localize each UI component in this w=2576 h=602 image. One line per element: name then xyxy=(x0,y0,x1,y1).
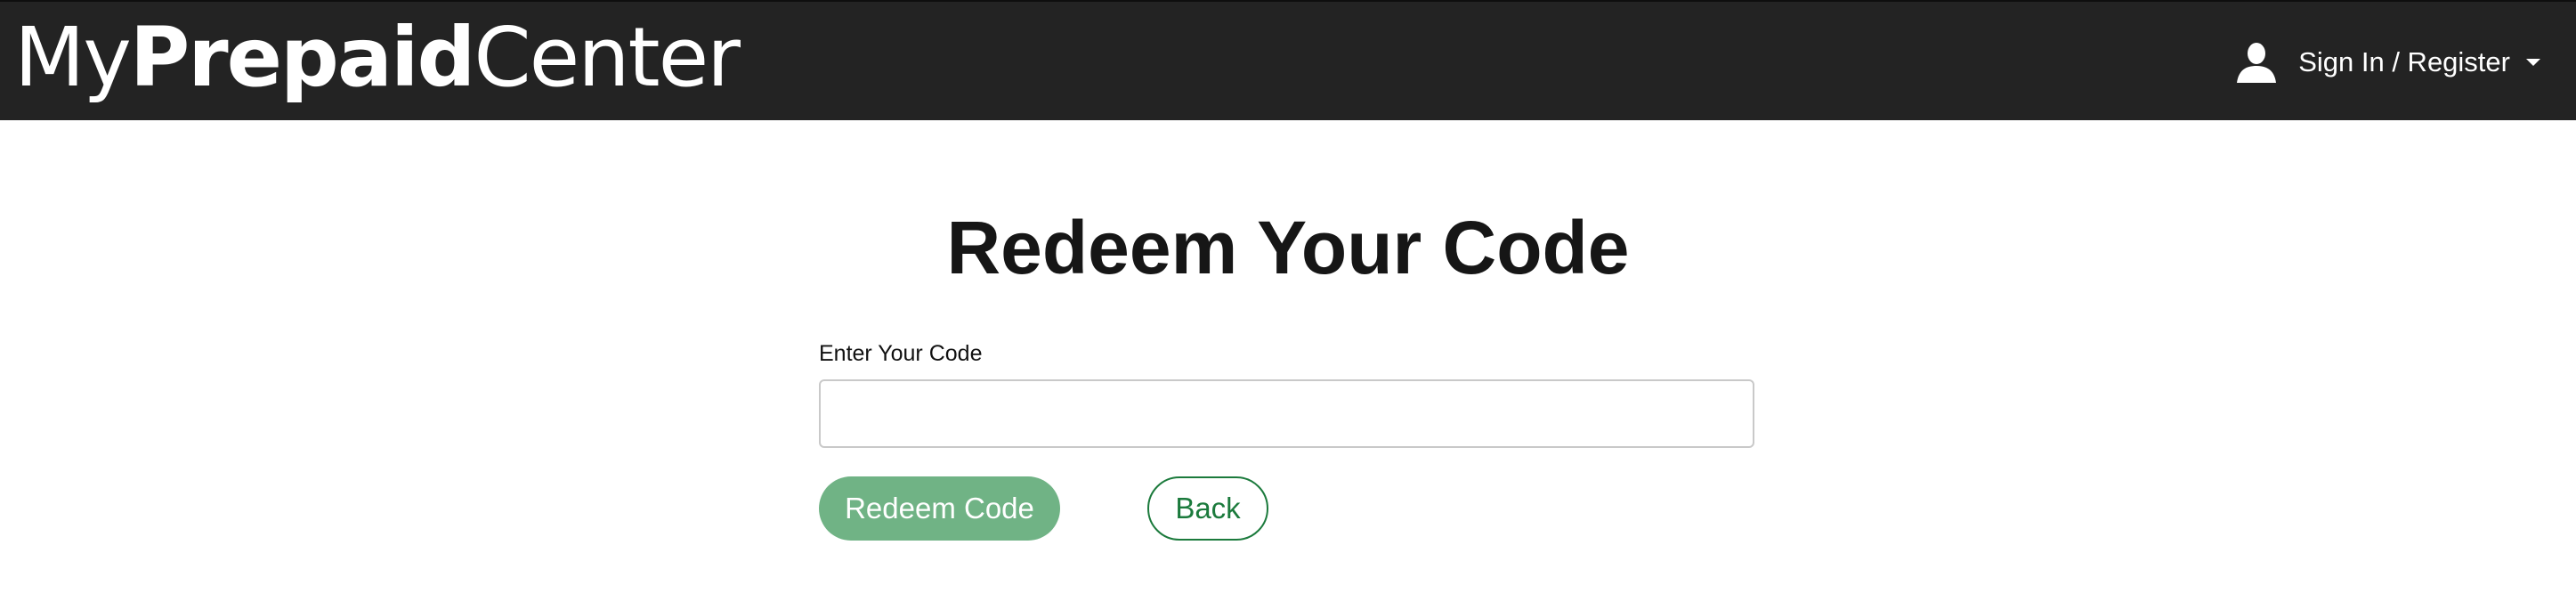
page-title: Redeem Your Code xyxy=(946,206,1630,289)
sign-in-register-label: Sign In / Register xyxy=(2298,46,2510,77)
logo-text-prepaid: Prepaid xyxy=(129,10,476,105)
code-field-label: Enter Your Code xyxy=(819,341,983,366)
user-icon xyxy=(2234,40,2279,85)
code-input[interactable] xyxy=(819,379,1754,448)
logo-text-center: Center xyxy=(474,10,741,105)
site-logo[interactable]: MyPrepaidCenter xyxy=(14,9,741,107)
back-button[interactable]: Back xyxy=(1147,476,1268,541)
redeem-code-button[interactable]: Redeem Code xyxy=(819,476,1060,541)
caret-down-icon xyxy=(2526,59,2540,66)
logo-text-my: My xyxy=(14,10,132,105)
top-navigation-bar: MyPrepaidCenter Sign In / Register xyxy=(0,0,2576,120)
redeem-code-form: Enter Your Code Redeem Code Back xyxy=(819,338,1754,541)
form-actions: Redeem Code Back xyxy=(819,476,1754,541)
sign-in-register-menu[interactable]: Sign In / Register xyxy=(2234,36,2540,89)
